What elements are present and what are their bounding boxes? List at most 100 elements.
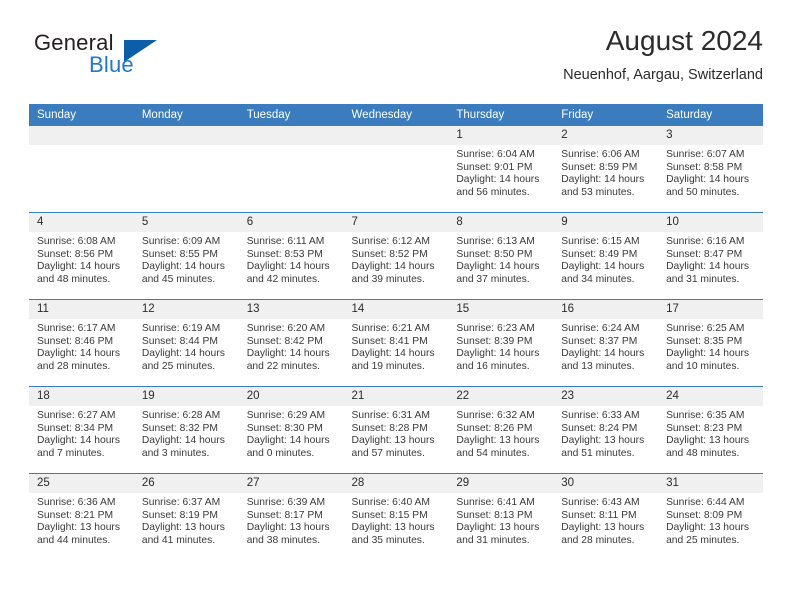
sunrise-text: Sunrise: 6:08 AM xyxy=(37,236,116,247)
sunrise-text: Sunrise: 6:32 AM xyxy=(456,410,535,421)
daylight-text-line2: and 41 minutes. xyxy=(141,534,216,546)
calendar-day-cell[interactable]: 8 Sunrise: 6:13 AM Sunset: 8:50 PM Daylight… xyxy=(448,212,554,300)
daylight-text-line1: Daylight: 14 hours xyxy=(351,261,435,273)
day-cell-inner xyxy=(133,126,239,212)
calendar-day-cell[interactable]: 6 Sunrise: 6:11 AM Sunset: 8:53 PM Daylight… xyxy=(238,212,344,300)
title-block: August 2024 Neuenhof, Aargau, Switzerlan… xyxy=(563,24,763,84)
sunrise-text: Sunrise: 6:43 AM xyxy=(561,497,640,508)
calendar-day-cell[interactable]: 2 Sunrise: 6:06 AM Sunset: 8:59 PM Daylight… xyxy=(553,126,659,213)
day-cell-inner xyxy=(343,126,449,212)
day-details: Sunrise: 6:07 AM Sunset: 8:58 PM Daylight:… xyxy=(658,145,763,199)
daylight-text-line1: Daylight: 14 hours xyxy=(561,348,645,360)
sunrise-text: Sunrise: 6:21 AM xyxy=(351,323,430,334)
day-cell-inner: 27 Sunrise: 6:39 AM Sunset: 8:17 PM Dayligh… xyxy=(238,474,344,560)
day-number: 6 xyxy=(238,213,344,232)
calendar-day-cell[interactable]: 31 Sunrise: 6:44 AM Sunset: 8:09 PM Dayligh… xyxy=(658,473,763,560)
day-details: Sunrise: 6:21 AM Sunset: 8:41 PM Daylight:… xyxy=(344,319,449,373)
sunset-text: Sunset: 8:53 PM xyxy=(246,248,323,260)
daylight-text-line2: and 25 minutes. xyxy=(666,534,740,546)
calendar-day-cell[interactable]: 11 Sunrise: 6:17 AM Sunset: 8:46 PM Dayligh… xyxy=(29,299,134,387)
calendar-day-cell[interactable]: 15 Sunrise: 6:23 AM Sunset: 8:39 PM Dayligh… xyxy=(448,299,554,387)
daylight-text-line2: and 45 minutes. xyxy=(141,273,216,285)
calendar-cell-empty xyxy=(238,126,344,213)
day-cell-inner: 5 Sunrise: 6:09 AM Sunset: 8:55 PM Daylight… xyxy=(133,213,239,299)
day-details: Sunrise: 6:28 AM Sunset: 8:32 PM Daylight:… xyxy=(134,406,239,460)
sunset-text: Sunset: 8:35 PM xyxy=(666,335,743,347)
sunset-text: Sunset: 8:23 PM xyxy=(666,422,743,434)
calendar-day-cell[interactable]: 10 Sunrise: 6:16 AM Sunset: 8:47 PM Dayligh… xyxy=(658,212,763,300)
calendar-day-cell[interactable]: 25 Sunrise: 6:36 AM Sunset: 8:21 PM Dayligh… xyxy=(29,473,134,560)
general-blue-logo[interactable]: General Blue xyxy=(29,28,249,88)
daylight-text-line1: Daylight: 14 hours xyxy=(561,261,645,273)
calendar-day-cell[interactable]: 22 Sunrise: 6:32 AM Sunset: 8:26 PM Dayligh… xyxy=(448,386,554,474)
daylight-text-line1: Daylight: 14 hours xyxy=(666,348,750,360)
day-cell-inner: 20 Sunrise: 6:29 AM Sunset: 8:30 PM Dayligh… xyxy=(238,387,344,473)
sunset-text: Sunset: 8:42 PM xyxy=(246,335,323,347)
calendar-day-cell[interactable]: 24 Sunrise: 6:35 AM Sunset: 8:23 PM Dayligh… xyxy=(658,386,763,474)
calendar-day-cell[interactable]: 27 Sunrise: 6:39 AM Sunset: 8:17 PM Dayligh… xyxy=(238,473,344,560)
daylight-text-line2: and 16 minutes. xyxy=(456,360,530,372)
calendar-day-cell[interactable]: 5 Sunrise: 6:09 AM Sunset: 8:55 PM Daylight… xyxy=(133,212,239,300)
calendar-day-cell[interactable]: 19 Sunrise: 6:28 AM Sunset: 8:32 PM Dayligh… xyxy=(133,386,239,474)
daylight-text-line2: and 39 minutes. xyxy=(351,273,425,285)
day-number: 18 xyxy=(29,387,134,406)
sunrise-text: Sunrise: 6:29 AM xyxy=(246,410,326,421)
calendar-day-cell[interactable]: 7 Sunrise: 6:12 AM Sunset: 8:52 PM Daylight… xyxy=(343,212,449,300)
calendar-day-cell[interactable]: 16 Sunrise: 6:24 AM Sunset: 8:37 PM Dayligh… xyxy=(553,299,659,387)
daylight-text-line2: and 42 minutes. xyxy=(246,273,320,285)
calendar-day-cell[interactable]: 13 Sunrise: 6:20 AM Sunset: 8:42 PM Dayligh… xyxy=(238,299,344,387)
daylight-text-line2: and 56 minutes. xyxy=(456,186,530,198)
sunset-text: Sunset: 8:59 PM xyxy=(561,161,638,173)
day-cell-inner: 14 Sunrise: 6:21 AM Sunset: 8:41 PM Dayligh… xyxy=(343,300,449,386)
calendar-day-cell[interactable]: 23 Sunrise: 6:33 AM Sunset: 8:24 PM Dayligh… xyxy=(553,386,659,474)
daylight-text-line2: and 28 minutes. xyxy=(37,360,111,372)
day-number: 29 xyxy=(448,474,554,493)
calendar-day-cell[interactable]: 18 Sunrise: 6:27 AM Sunset: 8:34 PM Dayligh… xyxy=(29,386,134,474)
day-details: Sunrise: 6:11 AM Sunset: 8:53 PM Daylight:… xyxy=(239,232,344,286)
day-details: Sunrise: 6:13 AM Sunset: 8:50 PM Daylight:… xyxy=(448,232,553,286)
calendar-cell-empty xyxy=(29,126,134,213)
day-cell-inner: 13 Sunrise: 6:20 AM Sunset: 8:42 PM Dayligh… xyxy=(238,300,344,386)
calendar-day-cell[interactable]: 3 Sunrise: 6:07 AM Sunset: 8:58 PM Daylight… xyxy=(658,126,763,213)
day-number: 27 xyxy=(238,474,344,493)
calendar-day-cell[interactable]: 21 Sunrise: 6:31 AM Sunset: 8:28 PM Dayligh… xyxy=(343,386,449,474)
calendar-day-cell[interactable]: 14 Sunrise: 6:21 AM Sunset: 8:41 PM Dayligh… xyxy=(343,299,449,387)
sunrise-text: Sunrise: 6:33 AM xyxy=(561,410,640,421)
calendar-day-cell[interactable]: 28 Sunrise: 6:40 AM Sunset: 8:15 PM Dayligh… xyxy=(343,473,449,560)
day-number: 10 xyxy=(658,213,763,232)
calendar-day-cell[interactable]: 20 Sunrise: 6:29 AM Sunset: 8:30 PM Dayligh… xyxy=(238,386,344,474)
day-details: Sunrise: 6:37 AM Sunset: 8:19 PM Daylight:… xyxy=(134,493,239,547)
day-number: 8 xyxy=(448,213,554,232)
daylight-text-line2: and 31 minutes. xyxy=(666,273,740,285)
calendar-day-cell[interactable]: 30 Sunrise: 6:43 AM Sunset: 8:11 PM Dayligh… xyxy=(553,473,659,560)
calendar-day-cell[interactable]: 4 Sunrise: 6:08 AM Sunset: 8:56 PM Daylight… xyxy=(29,212,134,300)
day-cell-inner xyxy=(29,126,134,212)
daylight-text-line2: and 7 minutes. xyxy=(37,447,105,459)
sunrise-text: Sunrise: 6:31 AM xyxy=(351,410,430,421)
sunset-text: Sunset: 8:17 PM xyxy=(246,509,323,521)
day-number: 13 xyxy=(238,300,344,319)
day-details: Sunrise: 6:04 AM Sunset: 9:01 PM Daylight:… xyxy=(448,145,553,199)
calendar-day-cell[interactable]: 17 Sunrise: 6:25 AM Sunset: 8:35 PM Dayligh… xyxy=(658,299,763,387)
logo-text-blue: Blue xyxy=(89,52,134,77)
sunset-text: Sunset: 8:39 PM xyxy=(456,335,533,347)
sunrise-text: Sunrise: 6:25 AM xyxy=(666,323,745,334)
daylight-text-line1: Daylight: 13 hours xyxy=(351,522,435,534)
day-number xyxy=(133,126,239,145)
day-cell-inner: 9 Sunrise: 6:15 AM Sunset: 8:49 PM Daylight… xyxy=(553,213,659,299)
day-details: Sunrise: 6:16 AM Sunset: 8:47 PM Daylight:… xyxy=(658,232,763,286)
day-details: Sunrise: 6:20 AM Sunset: 8:42 PM Daylight:… xyxy=(239,319,344,373)
day-cell-inner: 4 Sunrise: 6:08 AM Sunset: 8:56 PM Daylight… xyxy=(29,213,134,299)
sunset-text: Sunset: 8:15 PM xyxy=(351,509,428,521)
calendar-day-cell[interactable]: 12 Sunrise: 6:19 AM Sunset: 8:44 PM Dayligh… xyxy=(133,299,239,387)
calendar-day-cell[interactable]: 1 Sunrise: 6:04 AM Sunset: 9:01 PM Daylight… xyxy=(448,126,554,213)
sunrise-text: Sunrise: 6:27 AM xyxy=(37,410,116,421)
calendar-day-cell[interactable]: 26 Sunrise: 6:37 AM Sunset: 8:19 PM Dayligh… xyxy=(133,473,239,560)
day-number: 23 xyxy=(553,387,659,406)
calendar-day-cell[interactable]: 9 Sunrise: 6:15 AM Sunset: 8:49 PM Daylight… xyxy=(553,212,659,300)
sunrise-text: Sunrise: 6:12 AM xyxy=(351,236,430,247)
day-cell-inner: 26 Sunrise: 6:37 AM Sunset: 8:19 PM Dayligh… xyxy=(133,474,239,560)
sunrise-text: Sunrise: 6:40 AM xyxy=(351,497,430,508)
calendar-day-cell[interactable]: 29 Sunrise: 6:41 AM Sunset: 8:13 PM Dayligh… xyxy=(448,473,554,560)
sunrise-text: Sunrise: 6:17 AM xyxy=(37,323,116,334)
